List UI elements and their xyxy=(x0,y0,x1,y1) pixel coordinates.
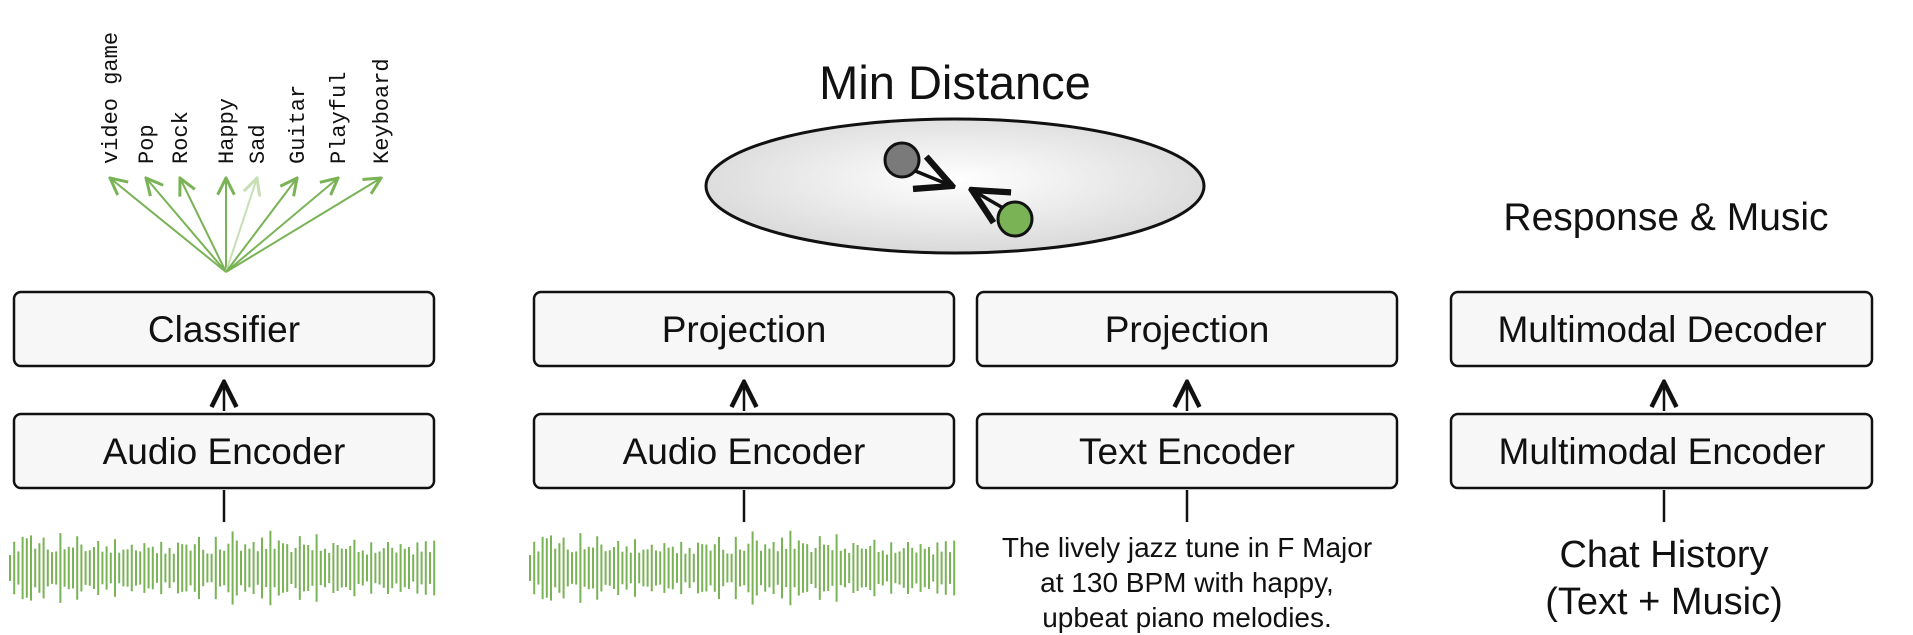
min-distance-title: Min Distance xyxy=(819,56,1091,109)
tag-label: Pop xyxy=(135,124,160,164)
tag-label: Sad xyxy=(246,124,271,164)
tag-arrow xyxy=(225,178,338,273)
audio-encoder-label-1: Audio Encoder xyxy=(103,431,346,472)
response-music-label: Response & Music xyxy=(1503,196,1828,239)
audio-waveform-1 xyxy=(9,530,436,606)
text-input-line-2: at 130 BPM with happy, xyxy=(1040,567,1334,598)
generation-panel: Response & Music Multimodal Decoder Mult… xyxy=(1449,196,1874,623)
classifier-label: Classifier xyxy=(148,309,300,350)
contrastive-panel: Min Distance Projection Projection Audio… xyxy=(529,56,1399,633)
projection-box-text: Projection xyxy=(975,290,1399,368)
multimodal-decoder-label: Multimodal Decoder xyxy=(1497,309,1826,350)
multimodal-encoder-label: Multimodal Encoder xyxy=(1499,431,1826,472)
text-input-description: The lively jazz tune in F Major at 130 B… xyxy=(1002,532,1372,633)
chat-history-line-2: (Text + Music) xyxy=(1545,581,1783,623)
audio-encoder-box-2: Audio Encoder xyxy=(532,412,956,490)
tag-label: Playful xyxy=(327,72,352,164)
tag-arrows xyxy=(110,178,381,273)
text-input-line-3: upbeat piano melodies. xyxy=(1042,602,1332,633)
projection-box-audio: Projection xyxy=(532,290,956,368)
audio-encoder-label-2: Audio Encoder xyxy=(623,431,866,472)
text-encoder-label: Text Encoder xyxy=(1079,431,1295,472)
multimodal-encoder-box: Multimodal Encoder xyxy=(1449,412,1874,490)
tag-arrow xyxy=(225,178,297,273)
tag-label: Happy xyxy=(215,98,240,164)
classifier-box: Classifier xyxy=(12,290,436,368)
text-encoder-box: Text Encoder xyxy=(975,412,1399,490)
tag-label: video game xyxy=(99,32,124,164)
projection-label-text: Projection xyxy=(1105,309,1270,350)
audio-embedding-dot xyxy=(883,141,921,179)
audio-waveform-2 xyxy=(529,530,956,606)
text-embedding-dot xyxy=(996,200,1034,238)
tag-label: Rock xyxy=(169,111,194,164)
text-input-line-1: The lively jazz tune in F Major xyxy=(1002,532,1372,563)
tag-arrow xyxy=(225,178,381,273)
diagram: video game Pop Rock Happy Sad Guitar Playful Ke… xyxy=(9,32,1874,633)
tag-labels: video game Pop Rock Happy Sad Guitar Playful Ke… xyxy=(99,32,395,164)
multimodal-decoder-box: Multimodal Decoder xyxy=(1449,290,1874,368)
tag-label: Keyboard xyxy=(370,58,395,164)
audio-encoder-box-1: Audio Encoder xyxy=(12,412,436,490)
classification-panel: video game Pop Rock Happy Sad Guitar Playful Ke… xyxy=(9,32,436,606)
tag-arrow xyxy=(110,178,227,273)
chat-history-line-1: Chat History xyxy=(1559,534,1768,576)
embedding-space-ellipse xyxy=(704,117,1206,255)
projection-label-audio: Projection xyxy=(662,309,827,350)
tag-label: Guitar xyxy=(286,85,311,164)
